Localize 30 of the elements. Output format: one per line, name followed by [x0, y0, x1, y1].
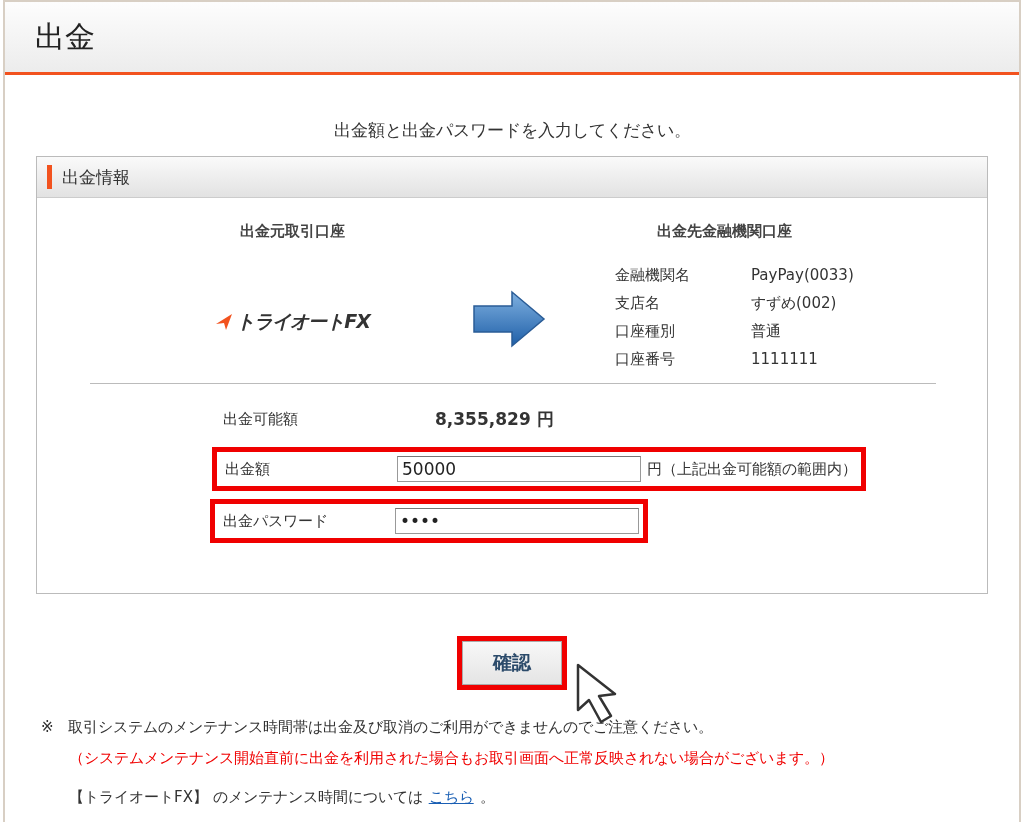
- note-text: 取引システムのメンテナンス時間帯は出金及び取消のご利用ができませんのでご注意ください。: [67, 718, 713, 737]
- detail-value: 1111111: [751, 350, 819, 369]
- note-mark: ※: [41, 718, 54, 737]
- accent-bar: [47, 165, 52, 189]
- detail-value: 普通: [751, 322, 782, 341]
- field-hint: 円（上記出金可能額の範囲内）: [647, 459, 857, 479]
- available-amount: 8,355,829 円: [435, 408, 554, 431]
- column-heading: 出金元取引口座: [239, 222, 345, 241]
- instruction-text: 出金額と出金パスワードを入力してください。: [332, 119, 692, 142]
- panel-title: 出金情報: [62, 165, 130, 189]
- available-label: 出金可能額: [223, 410, 299, 429]
- detail-value: PayPay(0033): [751, 266, 855, 285]
- input-field[interactable]: 50000: [397, 456, 641, 482]
- link[interactable]: こちら: [428, 788, 474, 806]
- arrow-icon: [472, 290, 546, 348]
- logo-icon: [214, 312, 235, 332]
- note-text: 【トライオートFX】 のメンテナンス時間については こちら 。: [69, 788, 496, 807]
- field-label: 出金パスワード: [223, 511, 329, 531]
- confirm-button[interactable]: 確認: [457, 636, 567, 690]
- column-heading: 出金先金融機関口座: [657, 222, 793, 241]
- page-title: 出金: [35, 17, 95, 56]
- detail-label: 口座番号: [615, 350, 676, 369]
- logo-text: トライオートFX: [236, 309, 370, 334]
- input-field[interactable]: ••••: [395, 508, 639, 534]
- warning-text: （システムメンテナンス開始直前に出金を利用された場合もお取引画面へ正常反映されない場合がございます。）: [69, 749, 835, 768]
- detail-label: 支店名: [615, 294, 661, 313]
- detail-value: すずめ(002): [751, 294, 838, 313]
- field-label: 出金額: [225, 459, 271, 479]
- detail-label: 口座種別: [615, 322, 676, 341]
- detail-label: 金融機関名: [615, 266, 691, 285]
